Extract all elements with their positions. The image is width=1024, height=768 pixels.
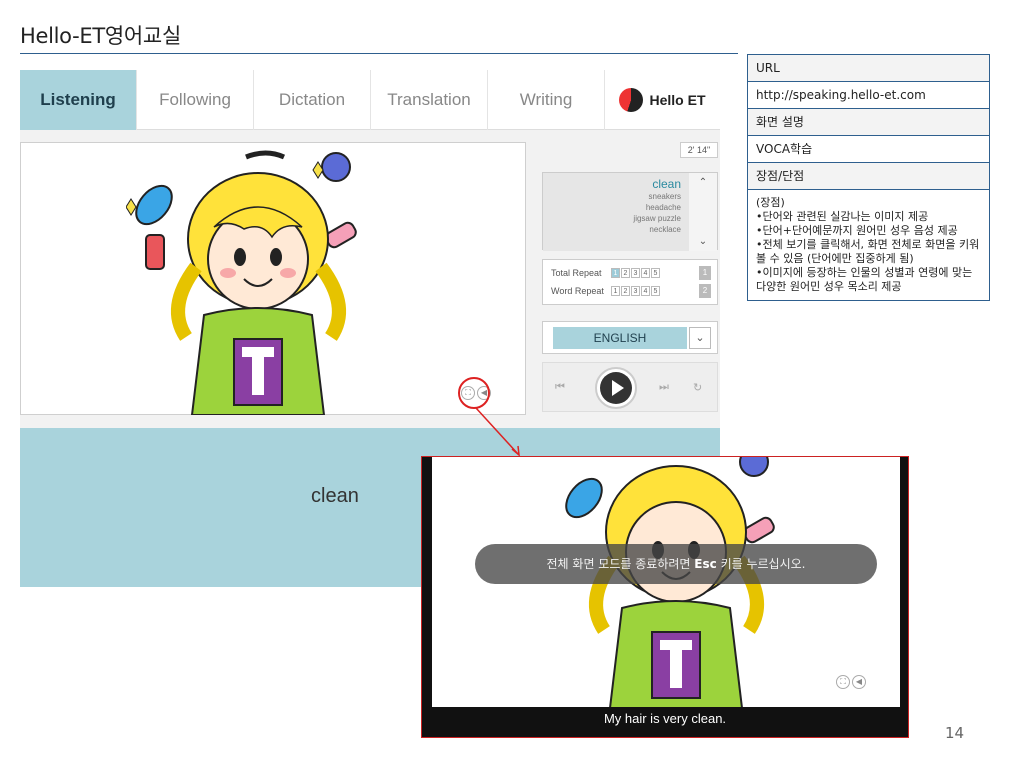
pros-item: •이미지에 등장하는 인물의 성별과 연령에 맞는 다양한 원어민 성우 목소리…	[756, 266, 973, 293]
brand-logo: Hello ET	[605, 70, 720, 129]
logo-text: Hello ET	[649, 91, 706, 108]
notice-key: Esc	[694, 557, 717, 571]
highlight-circle	[458, 377, 490, 409]
word-list-item[interactable]: headache	[543, 202, 681, 213]
tab-listening[interactable]: Listening	[20, 70, 137, 130]
word-repeat-label: Word Repeat	[551, 286, 604, 296]
slide-title: Hello-ET영어교실	[20, 24, 181, 48]
speaker-icon[interactable]: ◀	[852, 675, 866, 689]
word-list-current[interactable]: clean	[543, 177, 681, 191]
fullscreen-preview: 전체 화면 모드를 종료하려면 Esc 키를 누르십시오. ⛶ ◀ My hai…	[421, 456, 909, 738]
chevron-down-icon[interactable]: ⌄	[689, 327, 711, 349]
info-table: URL http://speaking.hello-et.com 화면 설명 V…	[747, 54, 990, 301]
word-list-scrollbar[interactable]: ⌃ ⌄	[689, 173, 717, 251]
fullscreen-controls: ⛶ ◀	[836, 675, 866, 689]
chevron-up-icon[interactable]: ⌃	[699, 177, 707, 188]
current-word: clean	[311, 485, 359, 507]
prev-icon[interactable]: ⏮	[555, 381, 565, 394]
pros-item: •단어와 관련된 실감나는 이미지 제공	[756, 210, 929, 223]
tab-translation[interactable]: Translation	[371, 70, 488, 130]
notice-text: 키를 누르십시오.	[720, 557, 806, 571]
repeat-option[interactable]: 2	[621, 268, 630, 278]
repeat-settings: Total Repeat 1 2 3 4 5 1 Word Repeat 1 2…	[542, 259, 718, 305]
exit-fullscreen-notice: 전체 화면 모드를 종료하려면 Esc 키를 누르십시오.	[475, 544, 877, 584]
url-label: URL	[748, 55, 989, 82]
cartoon-girl-image	[126, 150, 357, 415]
language-value[interactable]: ENGLISH	[553, 327, 687, 349]
repeat-option[interactable]: 3	[631, 286, 640, 296]
tab-dictation[interactable]: Dictation	[254, 70, 371, 130]
playback-controls: ⏮ ⏭ ↻	[542, 362, 718, 412]
sentence-caption: My hair is very clean.	[603, 711, 727, 726]
url-value: http://speaking.hello-et.com	[748, 82, 989, 109]
fullscreen-icon[interactable]: ⛶	[836, 675, 850, 689]
notice-text: 전체 화면 모드를 종료하려면	[546, 557, 691, 571]
next-icon[interactable]: ⏭	[659, 381, 669, 394]
pros-cons-label: 장점/단점	[748, 163, 989, 190]
timer: 2' 14"	[680, 142, 718, 158]
image-viewer: ⛶ ◀	[20, 142, 526, 415]
repeat-icon[interactable]: ↻	[693, 381, 702, 394]
repeat-option[interactable]: 5	[651, 268, 660, 278]
total-repeat-label: Total Repeat	[551, 268, 602, 278]
page-number: 14	[945, 724, 965, 742]
word-list-item[interactable]: necklace	[543, 224, 681, 235]
tab-bar: Listening Following Dictation Translatio…	[20, 70, 720, 130]
chevron-down-icon[interactable]: ⌄	[699, 236, 707, 247]
tab-following[interactable]: Following	[137, 70, 254, 130]
tab-writing[interactable]: Writing	[488, 70, 605, 130]
control-panel: 2' 14" clean sneakers headache jigsaw pu…	[540, 142, 718, 415]
repeat-option[interactable]: 1	[611, 268, 620, 278]
repeat-option[interactable]: 4	[641, 268, 650, 278]
language-select[interactable]: ENGLISH ⌄	[542, 321, 718, 354]
title-divider	[20, 53, 738, 54]
pros-item: •단어+단어예문까지 원어민 성우 음성 제공	[756, 224, 958, 237]
fullscreen-image: 전체 화면 모드를 종료하려면 Esc 키를 누르십시오. ⛶ ◀	[432, 457, 900, 707]
repeat-option[interactable]: 1	[611, 286, 620, 296]
pros-list: (장점) •단어와 관련된 실감나는 이미지 제공 •단어+단어예문까지 원어민…	[748, 190, 989, 300]
repeat-option[interactable]: 2	[621, 286, 630, 296]
logo-icon	[619, 87, 644, 112]
description-label: 화면 설명	[748, 109, 989, 136]
pros-item: •전체 보기를 클릭해서, 화면 전체로 화면을 키워 볼 수 있음 (단어에만…	[756, 238, 980, 265]
repeat-option[interactable]: 4	[641, 286, 650, 296]
play-icon	[612, 380, 624, 396]
total-repeat-count: 1	[699, 266, 711, 280]
word-list: clean sneakers headache jigsaw puzzle ne…	[542, 172, 718, 251]
description-value: VOCA학습	[748, 136, 989, 163]
repeat-option[interactable]: 3	[631, 268, 640, 278]
word-list-item[interactable]: jigsaw puzzle	[543, 213, 681, 224]
pros-heading: (장점)	[756, 196, 785, 209]
word-list-item[interactable]: sneakers	[543, 191, 681, 202]
repeat-option[interactable]: 5	[651, 286, 660, 296]
word-repeat-count: 2	[699, 284, 711, 298]
play-button[interactable]	[595, 367, 637, 409]
